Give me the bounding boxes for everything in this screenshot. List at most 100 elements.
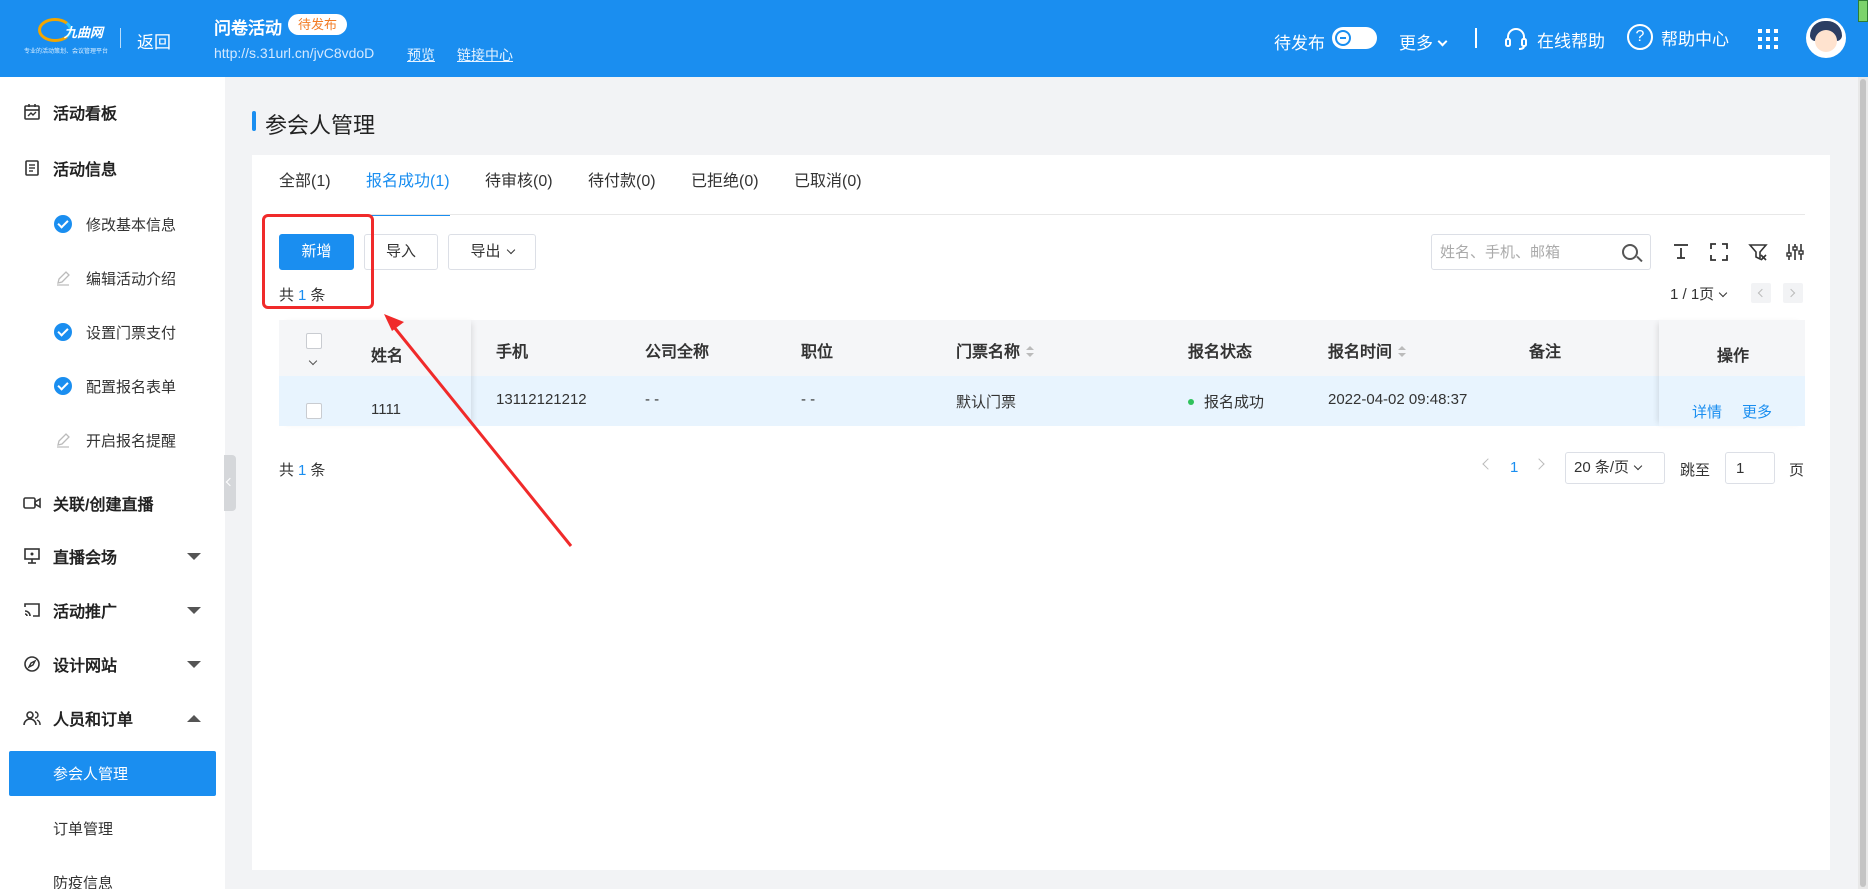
tab-rejected[interactable]: 已拒绝(0) — [691, 165, 759, 215]
activity-title: 问卷活动 — [214, 19, 282, 38]
tab-registered[interactable]: 报名成功(1) — [366, 165, 450, 216]
total-count-bottom: 共1条 — [279, 462, 326, 479]
header-divider — [120, 28, 121, 48]
search-input[interactable] — [1440, 241, 1615, 263]
sidebar-item-label: 活动推广 — [53, 604, 118, 621]
column-header-status: 报名状态 — [1188, 344, 1253, 361]
row-checkbox[interactable] — [306, 403, 322, 419]
sidebar-item-promotion[interactable]: 活动推广 — [0, 588, 225, 632]
sidebar-subitem-label: 开启报名提醒 — [86, 432, 177, 450]
tab-all[interactable]: 全部(1) — [279, 165, 331, 215]
vertical-align-top-icon[interactable] — [1671, 242, 1691, 262]
caret-down-icon — [187, 660, 201, 668]
column-settings-icon[interactable] — [1785, 242, 1805, 262]
sidebar-item-dashboard[interactable]: 活动看板 — [0, 90, 225, 134]
dashboard-icon — [24, 104, 40, 120]
search-icon[interactable] — [1622, 244, 1638, 260]
fullscreen-icon[interactable] — [1709, 242, 1729, 262]
prev-page-button[interactable] — [1751, 283, 1771, 303]
filter-icon[interactable] — [1748, 242, 1768, 262]
pencil-icon — [57, 433, 70, 448]
sidebar-subitem-registration-form[interactable]: 配置报名表单 — [0, 366, 225, 406]
publish-toggle[interactable] — [1332, 27, 1377, 49]
page-scrollbar[interactable] — [1858, 77, 1868, 889]
status-badge: 待发布 — [288, 14, 348, 35]
pencil-icon — [57, 271, 70, 286]
help-center-button[interactable]: ? 帮助中心 — [1627, 24, 1729, 50]
sidebar-subitem-basic-info[interactable]: 修改基本信息 — [0, 204, 225, 244]
page-indicator-select[interactable]: 1 / 1页 — [1670, 283, 1728, 304]
page-suffix-label: 页 — [1789, 462, 1805, 479]
select-all-checkbox[interactable] — [306, 333, 322, 349]
column-header-time[interactable]: 报名时间 — [1328, 338, 1407, 362]
toggle-knob-icon — [1335, 30, 1351, 46]
sidebar-subitem-label: 配置报名表单 — [86, 378, 177, 396]
preview-link[interactable]: 预览 — [407, 45, 435, 65]
chevron-down-icon — [1437, 36, 1448, 47]
sidebar-subitem-label: 编辑活动介绍 — [86, 270, 177, 288]
battery-indicator-icon — [1858, 0, 1868, 22]
sidebar: 活动看板 活动信息 修改基本信息 编辑活动介绍 设置门票支付 配置报名表单 开启… — [0, 77, 225, 889]
tab-cancelled[interactable]: 已取消(0) — [794, 165, 862, 215]
document-icon — [25, 160, 39, 176]
link-center-link[interactable]: 链接中心 — [457, 45, 513, 65]
user-avatar[interactable] — [1806, 18, 1846, 58]
import-button[interactable]: 导入 — [364, 234, 438, 270]
jump-label: 跳至 — [1680, 462, 1711, 479]
sidebar-subitem-order-management[interactable]: 订单管理 — [0, 808, 225, 848]
sidebar-item-label: 直播会场 — [53, 550, 118, 567]
scrollbar-thumb[interactable] — [1860, 79, 1866, 887]
cell-position: - - — [801, 391, 816, 408]
column-header-position: 职位 — [801, 344, 834, 361]
export-button[interactable]: 导出 — [448, 234, 536, 270]
cell-status: 报名成功 — [1188, 391, 1264, 412]
next-page-button[interactable] — [1783, 283, 1803, 303]
sidebar-collapse-handle[interactable] — [224, 455, 236, 511]
column-header-actions: 操作 — [1717, 348, 1750, 365]
sidebar-subitem-reminder[interactable]: 开启报名提醒 — [0, 420, 225, 460]
details-link[interactable]: 详情 — [1692, 401, 1722, 422]
more-actions-link[interactable]: 更多 — [1742, 401, 1772, 422]
sidebar-item-activity-info[interactable]: 活动信息 — [0, 146, 225, 190]
sidebar-item-live-stream[interactable]: 关联/创建直播 — [0, 481, 225, 525]
caret-down-icon — [187, 552, 201, 560]
sidebar-subitem-ticket-payment[interactable]: 设置门票支付 — [0, 312, 225, 352]
cell-ticket: 默认门票 — [956, 394, 1017, 411]
more-menu-button[interactable]: 更多 — [1399, 29, 1448, 54]
brand-logo[interactable]: 九曲网 专业的活动策划、会议管理平台 — [24, 18, 108, 56]
export-label: 导出 — [470, 243, 501, 260]
video-icon — [23, 497, 41, 509]
sidebar-item-live-venue[interactable]: 直播会场 — [0, 534, 225, 578]
back-link[interactable]: 返回 — [137, 28, 171, 53]
sort-icon[interactable] — [1398, 346, 1407, 358]
sidebar-subitem-edit-intro[interactable]: 编辑活动介绍 — [0, 258, 225, 298]
chevron-down-icon — [1633, 461, 1643, 471]
page-size-select[interactable]: 20 条/页 — [1565, 452, 1665, 484]
sidebar-subitem-epidemic-info[interactable]: 防疫信息 — [0, 862, 225, 889]
tab-pending-payment[interactable]: 待付款(0) — [588, 165, 656, 215]
search-box — [1431, 234, 1651, 270]
apps-grid-icon[interactable] — [1758, 29, 1778, 49]
online-help-button[interactable]: 在线帮助 — [1503, 26, 1605, 52]
online-help-label: 在线帮助 — [1537, 31, 1605, 51]
sidebar-item-people-orders[interactable]: 人员和订单 — [0, 696, 225, 740]
page-number-button[interactable]: 1 — [1510, 459, 1518, 476]
add-button[interactable]: 新增 — [279, 234, 354, 270]
sidebar-item-label: 活动信息 — [53, 162, 118, 179]
sidebar-subitem-label: 参会人管理 — [53, 766, 129, 783]
sidebar-subitem-label: 订单管理 — [53, 820, 114, 838]
jump-page-input[interactable] — [1725, 452, 1775, 484]
column-header-ticket[interactable]: 门票名称 — [956, 338, 1035, 362]
chevron-down-icon — [506, 245, 515, 255]
caret-up-icon — [187, 714, 201, 722]
tab-pending-review[interactable]: 待审核(0) — [485, 165, 553, 215]
sidebar-item-website[interactable]: 设计网站 — [0, 642, 225, 686]
logo-brand-text: 九曲网 — [64, 25, 104, 40]
sidebar-subitem-attendee-management[interactable]: 参会人管理 — [9, 751, 216, 796]
cell-time: 2022-04-02 09:48:37 — [1328, 391, 1468, 408]
header-separator — [1475, 28, 1477, 48]
total-count: 共1条 — [279, 287, 326, 304]
sort-icon[interactable] — [1026, 346, 1035, 358]
logo-slogan: 专业的活动策划、会议管理平台 — [24, 49, 109, 55]
check-circle-icon — [54, 377, 72, 395]
